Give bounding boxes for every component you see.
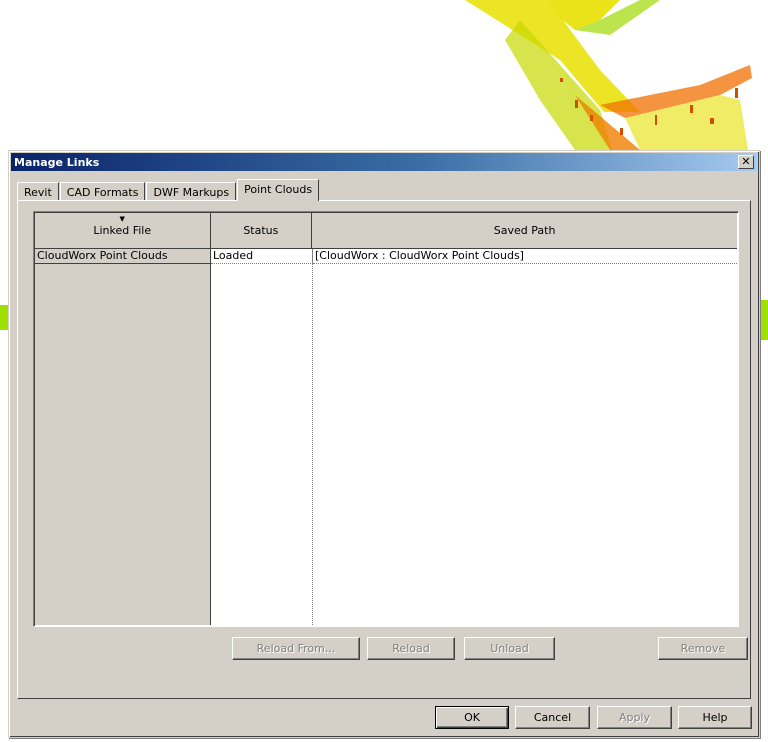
sort-descending-icon: ▼ bbox=[119, 215, 125, 223]
apply-button[interactable]: Apply bbox=[597, 706, 672, 729]
unload-button[interactable]: Unload bbox=[464, 637, 555, 660]
cell-status[interactable]: Loaded bbox=[211, 249, 313, 264]
linked-file-column-body bbox=[35, 249, 211, 625]
point-clouds-panel: ▼ Linked File Status Saved Path CloudWor… bbox=[17, 200, 751, 699]
dialog-title: Manage Links bbox=[14, 155, 100, 169]
ok-button[interactable]: OK bbox=[435, 706, 509, 729]
help-button[interactable]: Help bbox=[678, 706, 752, 729]
tab-dwf-markups[interactable]: DWF Markups bbox=[146, 182, 237, 201]
remove-button[interactable]: Remove bbox=[658, 637, 748, 660]
close-icon: ✕ bbox=[741, 155, 751, 168]
column-header-label: Linked File bbox=[93, 224, 152, 237]
dialog-titlebar[interactable]: Manage Links ✕ bbox=[11, 153, 757, 171]
column-header-label: Status bbox=[243, 224, 279, 237]
tab-revit[interactable]: Revit bbox=[17, 182, 59, 201]
column-header-label: Saved Path bbox=[493, 224, 556, 237]
tab-label: CAD Formats bbox=[66, 185, 139, 199]
table-header: ▼ Linked File Status Saved Path bbox=[35, 213, 737, 249]
cell-saved-path[interactable]: [CloudWorx : CloudWorx Point Clouds] bbox=[313, 249, 737, 264]
status-column-body bbox=[211, 249, 313, 625]
tab-cad-formats[interactable]: CAD Formats bbox=[59, 182, 146, 201]
column-header-status[interactable]: Status bbox=[210, 213, 313, 249]
column-header-linked-file[interactable]: ▼ Linked File bbox=[35, 213, 211, 249]
cancel-button[interactable]: Cancel bbox=[515, 706, 590, 729]
close-button[interactable]: ✕ bbox=[738, 155, 754, 169]
cell-linked-file[interactable]: CloudWorx Point Clouds bbox=[35, 249, 211, 264]
tab-label: Point Clouds bbox=[244, 183, 313, 196]
point-cloud-wall-upper bbox=[465, 0, 752, 150]
tab-label: DWF Markups bbox=[153, 185, 230, 199]
links-table: ▼ Linked File Status Saved Path CloudWor… bbox=[33, 211, 739, 627]
manage-links-dialog: Manage Links ✕ Revit CAD Formats DWF Mar… bbox=[8, 150, 760, 738]
tab-strip: Revit CAD Formats DWF Markups Point Clou… bbox=[17, 179, 320, 201]
tab-point-clouds[interactable]: Point Clouds bbox=[237, 179, 320, 201]
table-row[interactable]: CloudWorx Point Clouds Loaded [CloudWorx… bbox=[35, 249, 737, 264]
reload-from-button[interactable]: Reload From... bbox=[232, 637, 360, 660]
reload-button[interactable]: Reload bbox=[367, 637, 455, 660]
tab-label: Revit bbox=[24, 185, 52, 199]
column-header-saved-path[interactable]: Saved Path bbox=[312, 213, 737, 249]
saved-path-column-body bbox=[313, 249, 738, 625]
